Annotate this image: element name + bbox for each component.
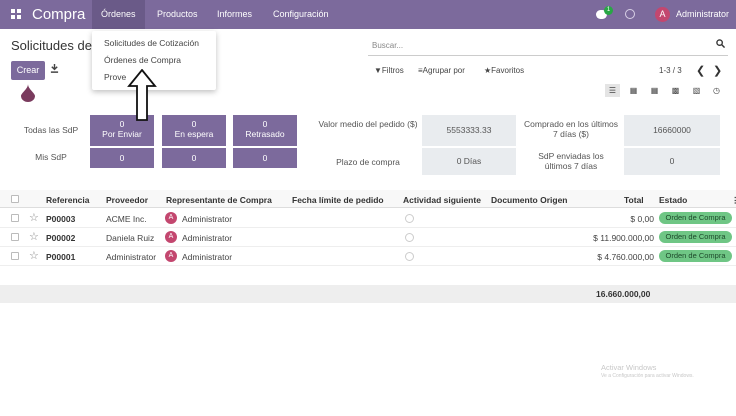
- group-by-button[interactable]: ≡Agrupar por: [418, 66, 465, 75]
- header-documento-origen[interactable]: Documento Origen: [491, 195, 568, 205]
- header-fecha-limite[interactable]: Fecha límite de pedido: [292, 195, 384, 205]
- por-enviar-label: Por Enviar: [102, 129, 142, 139]
- search-icon[interactable]: [716, 39, 726, 51]
- activity-view-icon[interactable]: ◷: [709, 84, 724, 97]
- select-all-checkbox[interactable]: [11, 195, 19, 203]
- dropdown-item-proveedores[interactable]: Prove: [104, 72, 126, 82]
- calendar-view-icon[interactable]: ▧: [689, 84, 704, 97]
- filters-button[interactable]: ▼Filtros: [374, 66, 404, 75]
- todas-sdp-label[interactable]: Todas las SdP: [18, 125, 84, 135]
- drop-icon: [21, 84, 35, 102]
- table-header: Referencia Proveedor Representante de Co…: [0, 190, 736, 208]
- watermark-title: Activar Windows: [601, 363, 657, 372]
- row-total: $ 11.900.000,00: [593, 233, 654, 243]
- row-checkbox[interactable]: [11, 252, 19, 260]
- rep-avatar: A: [165, 212, 177, 224]
- filter-icon: ▼: [374, 66, 382, 75]
- page-title: Solicitudes de: [11, 38, 92, 53]
- watermark-subtitle: Ve a Configuración para activar Windows.: [601, 373, 694, 379]
- menu-ordenes[interactable]: Órdenes: [92, 0, 145, 29]
- favorite-star-icon[interactable]: ☆: [29, 211, 39, 224]
- table-row[interactable]: ☆ P00002 Daniela Ruiz A Administrator $ …: [0, 228, 736, 247]
- user-menu[interactable]: Administrator: [676, 9, 729, 19]
- enviadas-value: 0: [624, 148, 720, 175]
- row-proveedor: ACME Inc.: [106, 214, 147, 224]
- top-navbar: Compra Órdenes Productos Informes Config…: [0, 0, 736, 29]
- table-row[interactable]: ☆ P00003 ACME Inc. A Administrator $ 0,0…: [0, 209, 736, 228]
- header-proveedor[interactable]: Proveedor: [106, 195, 148, 205]
- en-espera-box[interactable]: 0 En espera: [162, 115, 226, 146]
- header-actividad[interactable]: Actividad siguiente: [403, 195, 481, 205]
- list-view-icon[interactable]: ☰: [605, 84, 620, 97]
- create-button[interactable]: Crear: [11, 61, 45, 80]
- activity-clock-icon[interactable]: [625, 9, 635, 19]
- pivot-view-icon[interactable]: ▦: [647, 84, 662, 97]
- mis-sdp-label[interactable]: Mis SdP: [18, 152, 84, 162]
- menu-informes[interactable]: Informes: [208, 0, 261, 29]
- row-total: $ 4.760.000,00: [597, 252, 654, 262]
- pager-value[interactable]: 1-3 / 3: [659, 66, 682, 75]
- favorite-star-icon[interactable]: ☆: [29, 249, 39, 262]
- apps-menu-icon[interactable]: [11, 9, 21, 19]
- row-referencia: P00003: [46, 214, 76, 224]
- row-representante: Administrator: [182, 252, 233, 262]
- status-badge: Orden de Compra: [659, 212, 732, 224]
- header-total[interactable]: Total: [624, 195, 644, 205]
- status-badge: Orden de Compra: [659, 231, 732, 243]
- user-avatar[interactable]: A: [655, 7, 670, 22]
- row-proveedor: Daniela Ruiz: [106, 233, 155, 243]
- comprado-value: 16660000: [624, 115, 720, 146]
- rep-avatar: A: [165, 231, 177, 243]
- activity-clock-icon[interactable]: [405, 214, 414, 223]
- comprado-label: Comprado en los últimos 7 días ($): [524, 119, 619, 139]
- sum-total: 16.660.000,00: [596, 289, 651, 299]
- row-checkbox[interactable]: [11, 233, 19, 241]
- pager-previous-icon[interactable]: ❮: [696, 64, 705, 77]
- activity-clock-icon[interactable]: [405, 252, 414, 261]
- app-name[interactable]: Compra: [32, 6, 85, 23]
- dropdown-item-solicitudes[interactable]: Solicitudes de Cotización: [104, 38, 199, 48]
- search-bar: Buscar...: [368, 37, 728, 56]
- mis-en-espera[interactable]: 0: [162, 148, 226, 168]
- chat-badge: 1: [604, 6, 613, 15]
- en-espera-label: En espera: [174, 129, 214, 139]
- mis-por-enviar[interactable]: 0: [90, 148, 154, 168]
- enviadas-label: SdP enviadas los últimos 7 días: [538, 151, 604, 171]
- valor-medio-label: Valor medio del pedido ($): [318, 119, 418, 129]
- optional-columns-icon[interactable]: ⋮: [731, 195, 736, 206]
- download-icon[interactable]: [50, 64, 59, 76]
- header-referencia[interactable]: Referencia: [46, 195, 89, 205]
- header-estado[interactable]: Estado: [659, 195, 687, 205]
- row-representante: Administrator: [182, 233, 233, 243]
- en-espera-value: 0: [191, 119, 197, 129]
- rep-avatar: A: [165, 250, 177, 262]
- row-proveedor: Administrator: [106, 252, 157, 262]
- retrasado-box[interactable]: 0 Retrasado: [233, 115, 297, 146]
- row-total: $ 0,00: [630, 214, 654, 224]
- header-representante[interactable]: Representante de Compra: [166, 195, 272, 205]
- retrasado-label: Retrasado: [245, 129, 285, 139]
- plazo-compra-value: 0 Días: [422, 148, 516, 175]
- favorites-button[interactable]: ★Favoritos: [484, 66, 524, 75]
- plazo-compra-label: Plazo de compra: [336, 157, 400, 167]
- mis-retrasado[interactable]: 0: [233, 148, 297, 168]
- table-row[interactable]: ☆ P00001 Administrator A Administrator $…: [0, 247, 736, 266]
- row-checkbox[interactable]: [11, 214, 19, 222]
- row-referencia: P00002: [46, 233, 76, 243]
- search-input[interactable]: Buscar...: [372, 41, 403, 50]
- annotation-arrow-icon: [127, 68, 157, 123]
- menu-productos[interactable]: Productos: [148, 0, 207, 29]
- row-representante: Administrator: [182, 214, 233, 224]
- menu-configuracion[interactable]: Configuración: [264, 0, 338, 29]
- activity-clock-icon[interactable]: [405, 233, 414, 242]
- row-referencia: P00001: [46, 252, 76, 262]
- valor-medio-value: 5553333.33: [422, 115, 516, 146]
- retrasado-value: 0: [262, 119, 268, 129]
- dropdown-item-ordenes-compra[interactable]: Órdenes de Compra: [104, 55, 181, 65]
- favorite-star-icon[interactable]: ☆: [29, 230, 39, 243]
- kanban-view-icon[interactable]: ▦: [626, 84, 641, 97]
- pager-next-icon[interactable]: ❯: [713, 64, 722, 77]
- status-badge: Orden de Compra: [659, 250, 732, 262]
- graph-view-icon[interactable]: ▩: [668, 84, 683, 97]
